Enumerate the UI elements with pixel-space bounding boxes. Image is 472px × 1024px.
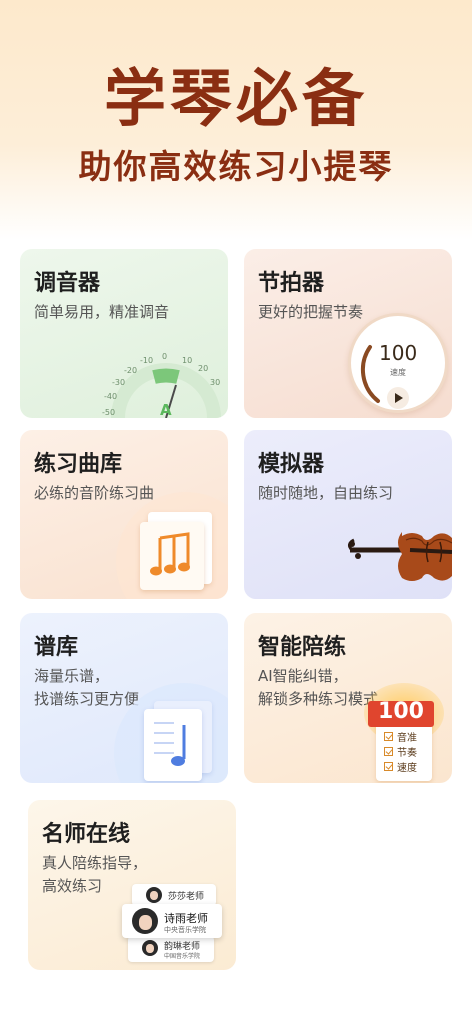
check-item: 节奏 xyxy=(384,744,436,759)
svg-text:10: 10 xyxy=(182,356,192,365)
tuner-card[interactable]: 调音器 简单易用，精准调音 -50 -40 -30 -20 -10 0 10 20 30 A xyxy=(20,249,228,418)
teacher-card-bottom: 韵琳老师 中国音乐学院 xyxy=(128,936,214,962)
smart-practice-card[interactable]: 智能陪练 AI智能纠错， 解锁多种练习模式 100 音准 节奏 速度 xyxy=(244,613,452,783)
svg-text:20: 20 xyxy=(198,364,208,373)
check-item: 音准 xyxy=(384,729,436,744)
score-library-desc: 海量乐谱， 找谱练习更方便 xyxy=(34,665,139,711)
practice-library-card[interactable]: 练习曲库 必练的音阶练习曲 xyxy=(20,430,228,599)
avatar xyxy=(132,908,158,934)
simulator-desc: 随时随地，自由练习 xyxy=(258,484,394,502)
checkbox-icon xyxy=(384,732,393,741)
svg-text:-40: -40 xyxy=(104,392,117,401)
hero-title: 学琴必备 xyxy=(103,62,368,135)
metronome-tempo: 100 xyxy=(379,341,418,365)
practice-library-title: 练习曲库 xyxy=(34,452,123,477)
tuner-desc: 简单易用，精准调音 xyxy=(34,303,170,321)
teacher-name: 诗雨老师 xyxy=(164,912,208,925)
smart-practice-desc-line1: AI智能纠错， xyxy=(258,667,348,685)
hero-subtitle: 助你高效练习小提琴 xyxy=(78,147,394,186)
svg-text:30: 30 xyxy=(210,378,220,387)
smart-score: 100 xyxy=(378,699,424,724)
metronome-title: 节拍器 xyxy=(258,271,325,296)
svg-text:-30: -30 xyxy=(112,378,125,387)
simulator-title: 模拟器 xyxy=(258,452,325,477)
smart-practice-title: 智能陪练 xyxy=(258,635,347,660)
smart-check-list: 音准 节奏 速度 xyxy=(384,729,436,774)
tuner-title: 调音器 xyxy=(34,271,101,296)
metronome-tempo-label: 速度 xyxy=(390,368,406,377)
tuner-note: A xyxy=(160,401,172,418)
hero-banner: 学琴必备 助你高效练习小提琴 xyxy=(0,0,472,240)
svg-text:-10: -10 xyxy=(140,356,153,365)
violin-icon xyxy=(347,532,452,581)
svg-text:-50: -50 xyxy=(102,408,115,417)
teacher-online-card[interactable]: 名师在线 真人陪练指导， 高效练习 莎莎老师 韵琳老师 中国音乐学院 诗雨老师 … xyxy=(28,800,236,970)
teacher-school: 中央音乐学院 xyxy=(164,926,206,934)
teacher-card-featured[interactable]: 诗雨老师 中央音乐学院 xyxy=(122,904,222,938)
checkbox-icon xyxy=(384,762,393,771)
check-item: 速度 xyxy=(384,759,436,774)
music-notes-icon xyxy=(140,522,204,590)
checkbox-icon xyxy=(384,747,393,756)
teacher-card-back: 莎莎老师 xyxy=(132,884,216,906)
score-library-desc-line1: 海量乐谱， xyxy=(34,667,110,685)
smart-practice-desc: AI智能纠错， 解锁多种练习模式 xyxy=(258,665,378,711)
score-library-card[interactable]: 谱库 海量乐谱， 找谱练习更方便 xyxy=(20,613,228,783)
teacher-name: 莎莎老师 xyxy=(168,892,205,902)
smart-practice-desc-line2: 解锁多种练习模式 xyxy=(258,690,379,708)
simulator-card[interactable]: 模拟器 随时随地，自由练习 xyxy=(244,430,452,599)
tuner-gauge-icon: -50 -40 -30 -20-10 0 10 2030 A xyxy=(102,352,221,418)
score-library-title: 谱库 xyxy=(34,635,79,660)
play-icon[interactable] xyxy=(387,387,409,409)
teacher-school: 中国音乐学院 xyxy=(164,953,201,960)
svg-text:-20: -20 xyxy=(124,366,137,375)
avatar xyxy=(146,887,162,903)
metronome-card[interactable]: 节拍器 更好的把握节奏 100 速度 xyxy=(244,249,452,418)
score-sheet-icon xyxy=(144,709,202,781)
score-library-desc-line2: 找谱练习更方便 xyxy=(34,690,140,708)
teacher-online-desc-line1: 真人陪练指导， xyxy=(42,854,148,872)
practice-library-desc: 必练的音阶练习曲 xyxy=(34,484,155,502)
teacher-online-title: 名师在线 xyxy=(42,822,131,847)
svg-text:0: 0 xyxy=(162,352,167,361)
avatar xyxy=(142,940,158,956)
